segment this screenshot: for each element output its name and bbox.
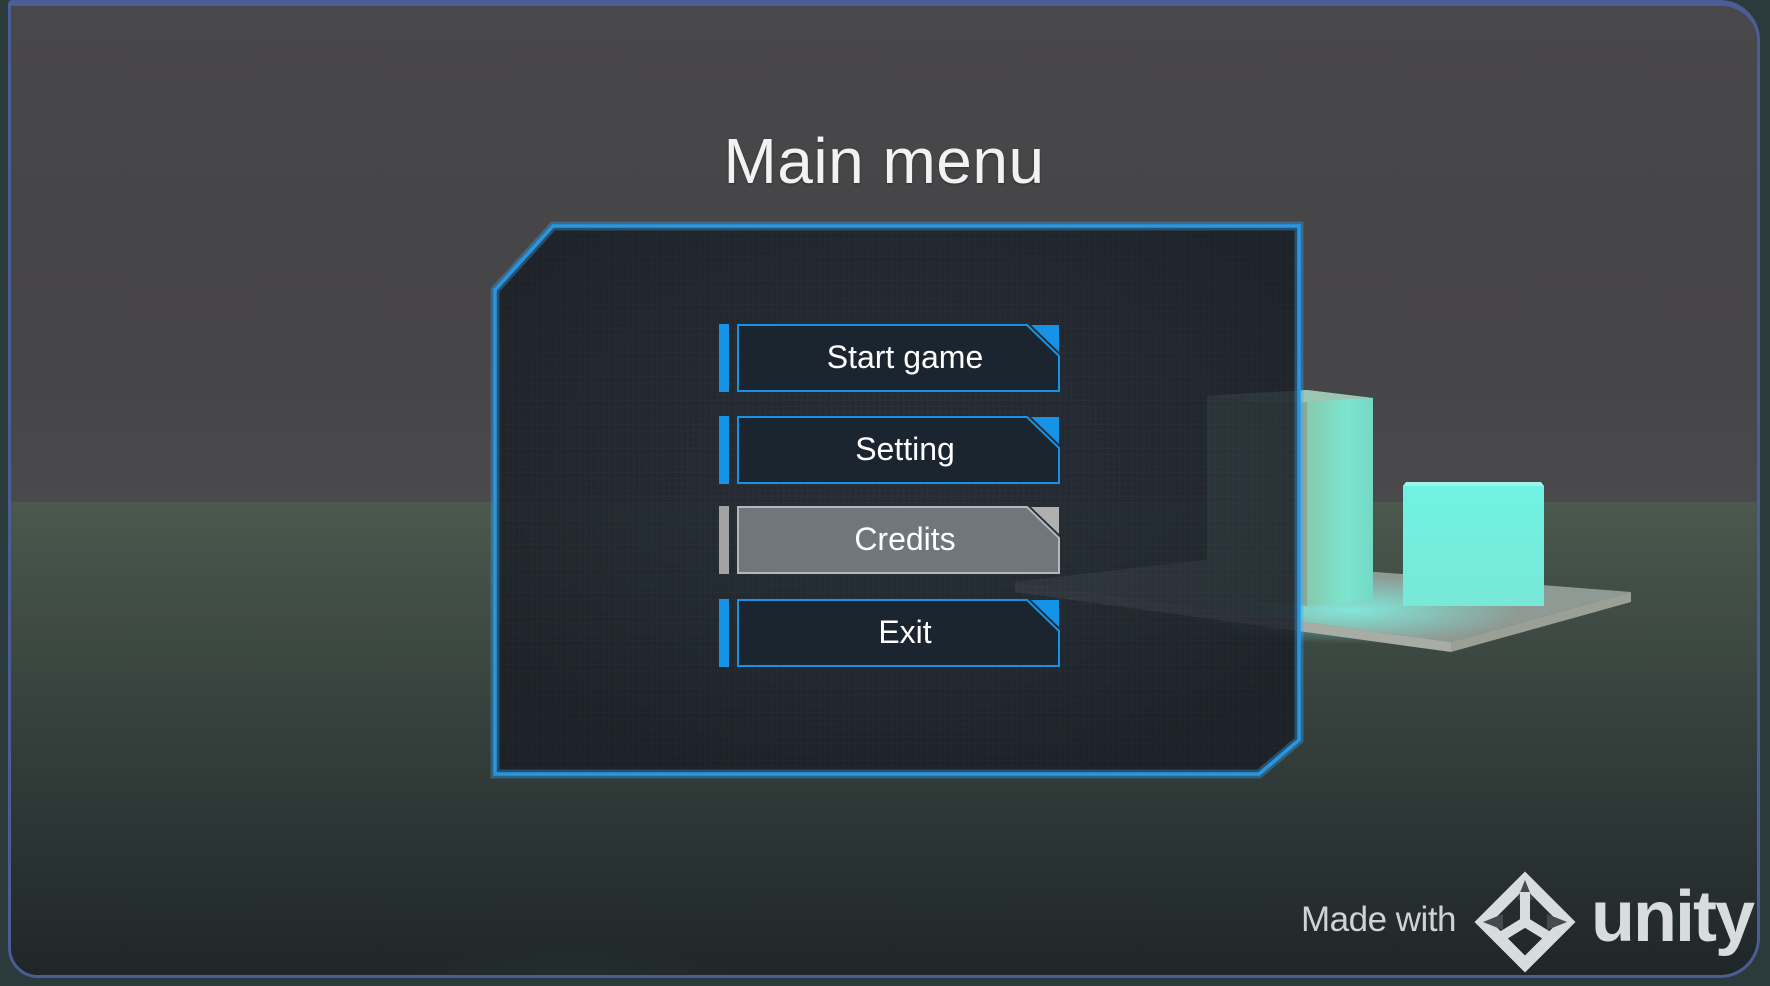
made-with-text: Made with [1301, 900, 1457, 939]
unity-logo-icon [1474, 871, 1576, 973]
credits-button[interactable]: Credits [719, 506, 1069, 574]
button-label: Credits [854, 521, 956, 557]
start-game-button[interactable]: Start game [719, 324, 1069, 392]
exit-button[interactable]: Exit [719, 599, 1069, 667]
game-viewport: Main menu Start game Setting Credits Exi… [8, 0, 1760, 978]
unity-wordmark: unity [1591, 877, 1755, 957]
small-cube-top [1403, 482, 1544, 486]
setting-button[interactable]: Setting [719, 416, 1069, 484]
page-title: Main menu [723, 125, 1045, 197]
menu-panel [490, 221, 1304, 779]
small-cube-face [1403, 486, 1544, 606]
tall-cube-right-face [1307, 390, 1373, 606]
button-label: Start game [826, 339, 984, 375]
button-label: Setting [855, 431, 955, 467]
button-label: Exit [878, 614, 932, 650]
